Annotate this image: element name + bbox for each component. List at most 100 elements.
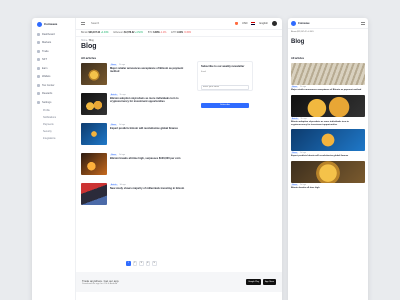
page-3-button[interactable]: 3 [139, 261, 144, 266]
settings-subitem-integrations[interactable]: Integrations [32, 135, 75, 142]
mobile-article-card[interactable]: Article 5h ago Bitcoin adoption skyrockets… [291, 94, 365, 127]
pagination: 12345 [126, 261, 157, 266]
article-title[interactable]: Bitcoin adoption skyrockets as more indi… [110, 97, 191, 104]
language-selector[interactable]: English [259, 22, 268, 25]
settings-subitem-notifications[interactable]: Notifications [32, 114, 75, 121]
article-thumbnail[interactable] [81, 123, 107, 145]
bell-icon[interactable] [234, 21, 238, 26]
email-field[interactable] [201, 84, 249, 90]
sidebar-item-tax-center[interactable]: Tax Center [32, 81, 75, 90]
sidebar-item-nft[interactable]: NFT [32, 56, 75, 65]
article-meta: News 1d ago [291, 152, 365, 155]
app-name: Coinsave [44, 22, 58, 26]
sidebar-item-label: Markets [42, 41, 52, 45]
article-meta: Article 5h ago [291, 117, 365, 120]
settings-subitem-security[interactable]: Security [32, 128, 75, 135]
article-body: News 1d ago Expert predicts bitcoin will r… [110, 123, 191, 149]
mobile-article-card[interactable]: News 1d ago Expert predicts bitcoin will r… [291, 129, 365, 158]
mobile-article-title[interactable]: Bitcoin adoption skyrockets as more indi… [291, 121, 365, 127]
flag-icon [251, 22, 256, 25]
currency-selector[interactable]: USD [242, 22, 247, 25]
mobile-article-title[interactable]: Bitcoin breaks all-time high [291, 187, 365, 190]
mobile-article-image[interactable] [291, 63, 365, 85]
nav-icon [37, 58, 40, 62]
article-meta: News 2d ago [110, 154, 191, 156]
page-5-button[interactable]: 5 [152, 261, 157, 266]
article-time: 2d ago [300, 184, 307, 186]
sidebar-item-earn[interactable]: Earn [32, 64, 75, 73]
article-card[interactable]: News 2d ago Bitcoin breaks all-time high, … [81, 153, 191, 179]
ticker-item[interactable]: Ethereum $1,576.32 +4.52% [114, 32, 143, 34]
sidebar-item-label: Trade [42, 49, 49, 53]
mobile-article-image[interactable] [291, 129, 365, 152]
sidebar-item-settings[interactable]: Settings [32, 98, 75, 107]
article-thumbnail[interactable] [81, 63, 107, 85]
article-thumbnail[interactable] [81, 93, 107, 115]
sidebar-item-dashboard[interactable]: Dashboard [32, 30, 75, 39]
ticker-item[interactable]: Bitcoin $23,107.42 +4.94% [81, 32, 109, 34]
sidebar-item-label: Wallets [42, 75, 51, 79]
page-title: Blog [81, 43, 97, 50]
sidebar-item-label: Rewards [42, 92, 53, 96]
article-title[interactable]: New study shows majority of millennials … [110, 187, 191, 190]
article-thumbnail[interactable] [81, 183, 107, 205]
article-time: 2h ago [300, 86, 307, 88]
mobile-window: Coinsave Bitcoin $23,107.42 +4.94% Blog … [288, 18, 368, 300]
nav-icon [37, 83, 40, 87]
email-label: Email [201, 71, 207, 73]
section-heading: All articles [81, 56, 97, 60]
mobile-article-title[interactable]: Major retailer announces acceptance of B… [291, 89, 365, 92]
avatar[interactable] [272, 21, 277, 26]
search-input[interactable] [91, 21, 229, 26]
nav-icon [37, 75, 40, 79]
article-meta: News 2h ago [291, 86, 365, 88]
article-title[interactable]: Expert predicts bitcoin will revolutioni… [110, 127, 191, 130]
sidebar-item-markets[interactable]: Markets [32, 39, 75, 48]
ticker-pair: BTC [147, 32, 153, 34]
menu-icon[interactable] [81, 22, 85, 25]
mobile-article-image[interactable] [291, 161, 365, 183]
article-title[interactable]: Major retailer announces acceptance of B… [110, 67, 191, 74]
topbar: USD English [76, 18, 282, 30]
mobile-menu-icon[interactable] [361, 21, 365, 25]
article-meta: Article 3d ago [110, 184, 191, 186]
page-2-button[interactable]: 2 [132, 261, 137, 266]
ticker-value: 3.38% [153, 32, 160, 34]
article-card[interactable]: News 1d ago Expert predicts bitcoin will r… [81, 123, 191, 149]
article-time: 3d ago [119, 184, 126, 186]
app-store-button[interactable]: App Store [263, 279, 276, 285]
nav-icon [37, 41, 40, 45]
google-play-button[interactable]: Google Play [246, 279, 262, 285]
settings-subitem-profile[interactable]: Profile [32, 107, 75, 114]
desktop-window: Coinsave Dashboard Markets Trade NFT Earn Wal… [32, 18, 282, 300]
article-time: 5h ago [300, 117, 307, 120]
sidebar-item-wallets[interactable]: Wallets [32, 73, 75, 82]
article-time: 5h ago [119, 94, 126, 96]
settings-subitem-payments[interactable]: Payments [32, 121, 75, 128]
article-tag: News [110, 124, 118, 126]
logo[interactable]: Coinsave [32, 18, 75, 30]
mobile-article-card[interactable]: News 2d ago Bitcoin breaks all-time high [291, 161, 365, 190]
ticker-item[interactable]: ETH 1.02% -5.15% [171, 32, 191, 34]
mobile-logo[interactable]: Coinsave [291, 18, 310, 29]
breadcrumb-home[interactable]: Home [81, 40, 87, 42]
mobile-article-card[interactable]: News 2h ago Major retailer announces accep… [291, 63, 365, 92]
ticker-item[interactable]: BTC 3.38% -1.1% [148, 32, 166, 34]
subscribe-button[interactable]: Subscribe [201, 102, 249, 108]
sidebar-item-rewards[interactable]: Rewards [32, 90, 75, 99]
sidebar-item-trade[interactable]: Trade [32, 47, 75, 56]
article-card[interactable]: News 2h ago Major retailer announces accep… [81, 63, 191, 89]
mobile-section-heading: All articles [291, 57, 305, 60]
article-thumbnail[interactable] [81, 153, 107, 175]
ticker-change: +4.52% [135, 32, 143, 34]
article-title[interactable]: Bitcoin breaks all-time high, surpasses … [110, 157, 191, 160]
article-card[interactable]: Article 5h ago Bitcoin adoption skyrockets… [81, 93, 191, 119]
ticker-change: -1.1% [160, 32, 167, 34]
breadcrumb-current: Blog [89, 40, 94, 42]
nav-icon [37, 66, 40, 70]
mobile-article-title[interactable]: Expert predicts bitcoin will revolutioni… [291, 155, 365, 158]
article-card[interactable]: Article 3d ago New study shows majority of… [81, 183, 191, 209]
page-1-button[interactable]: 1 [126, 261, 131, 266]
mobile-article-image[interactable] [291, 94, 365, 117]
page-4-button[interactable]: 4 [145, 261, 150, 266]
